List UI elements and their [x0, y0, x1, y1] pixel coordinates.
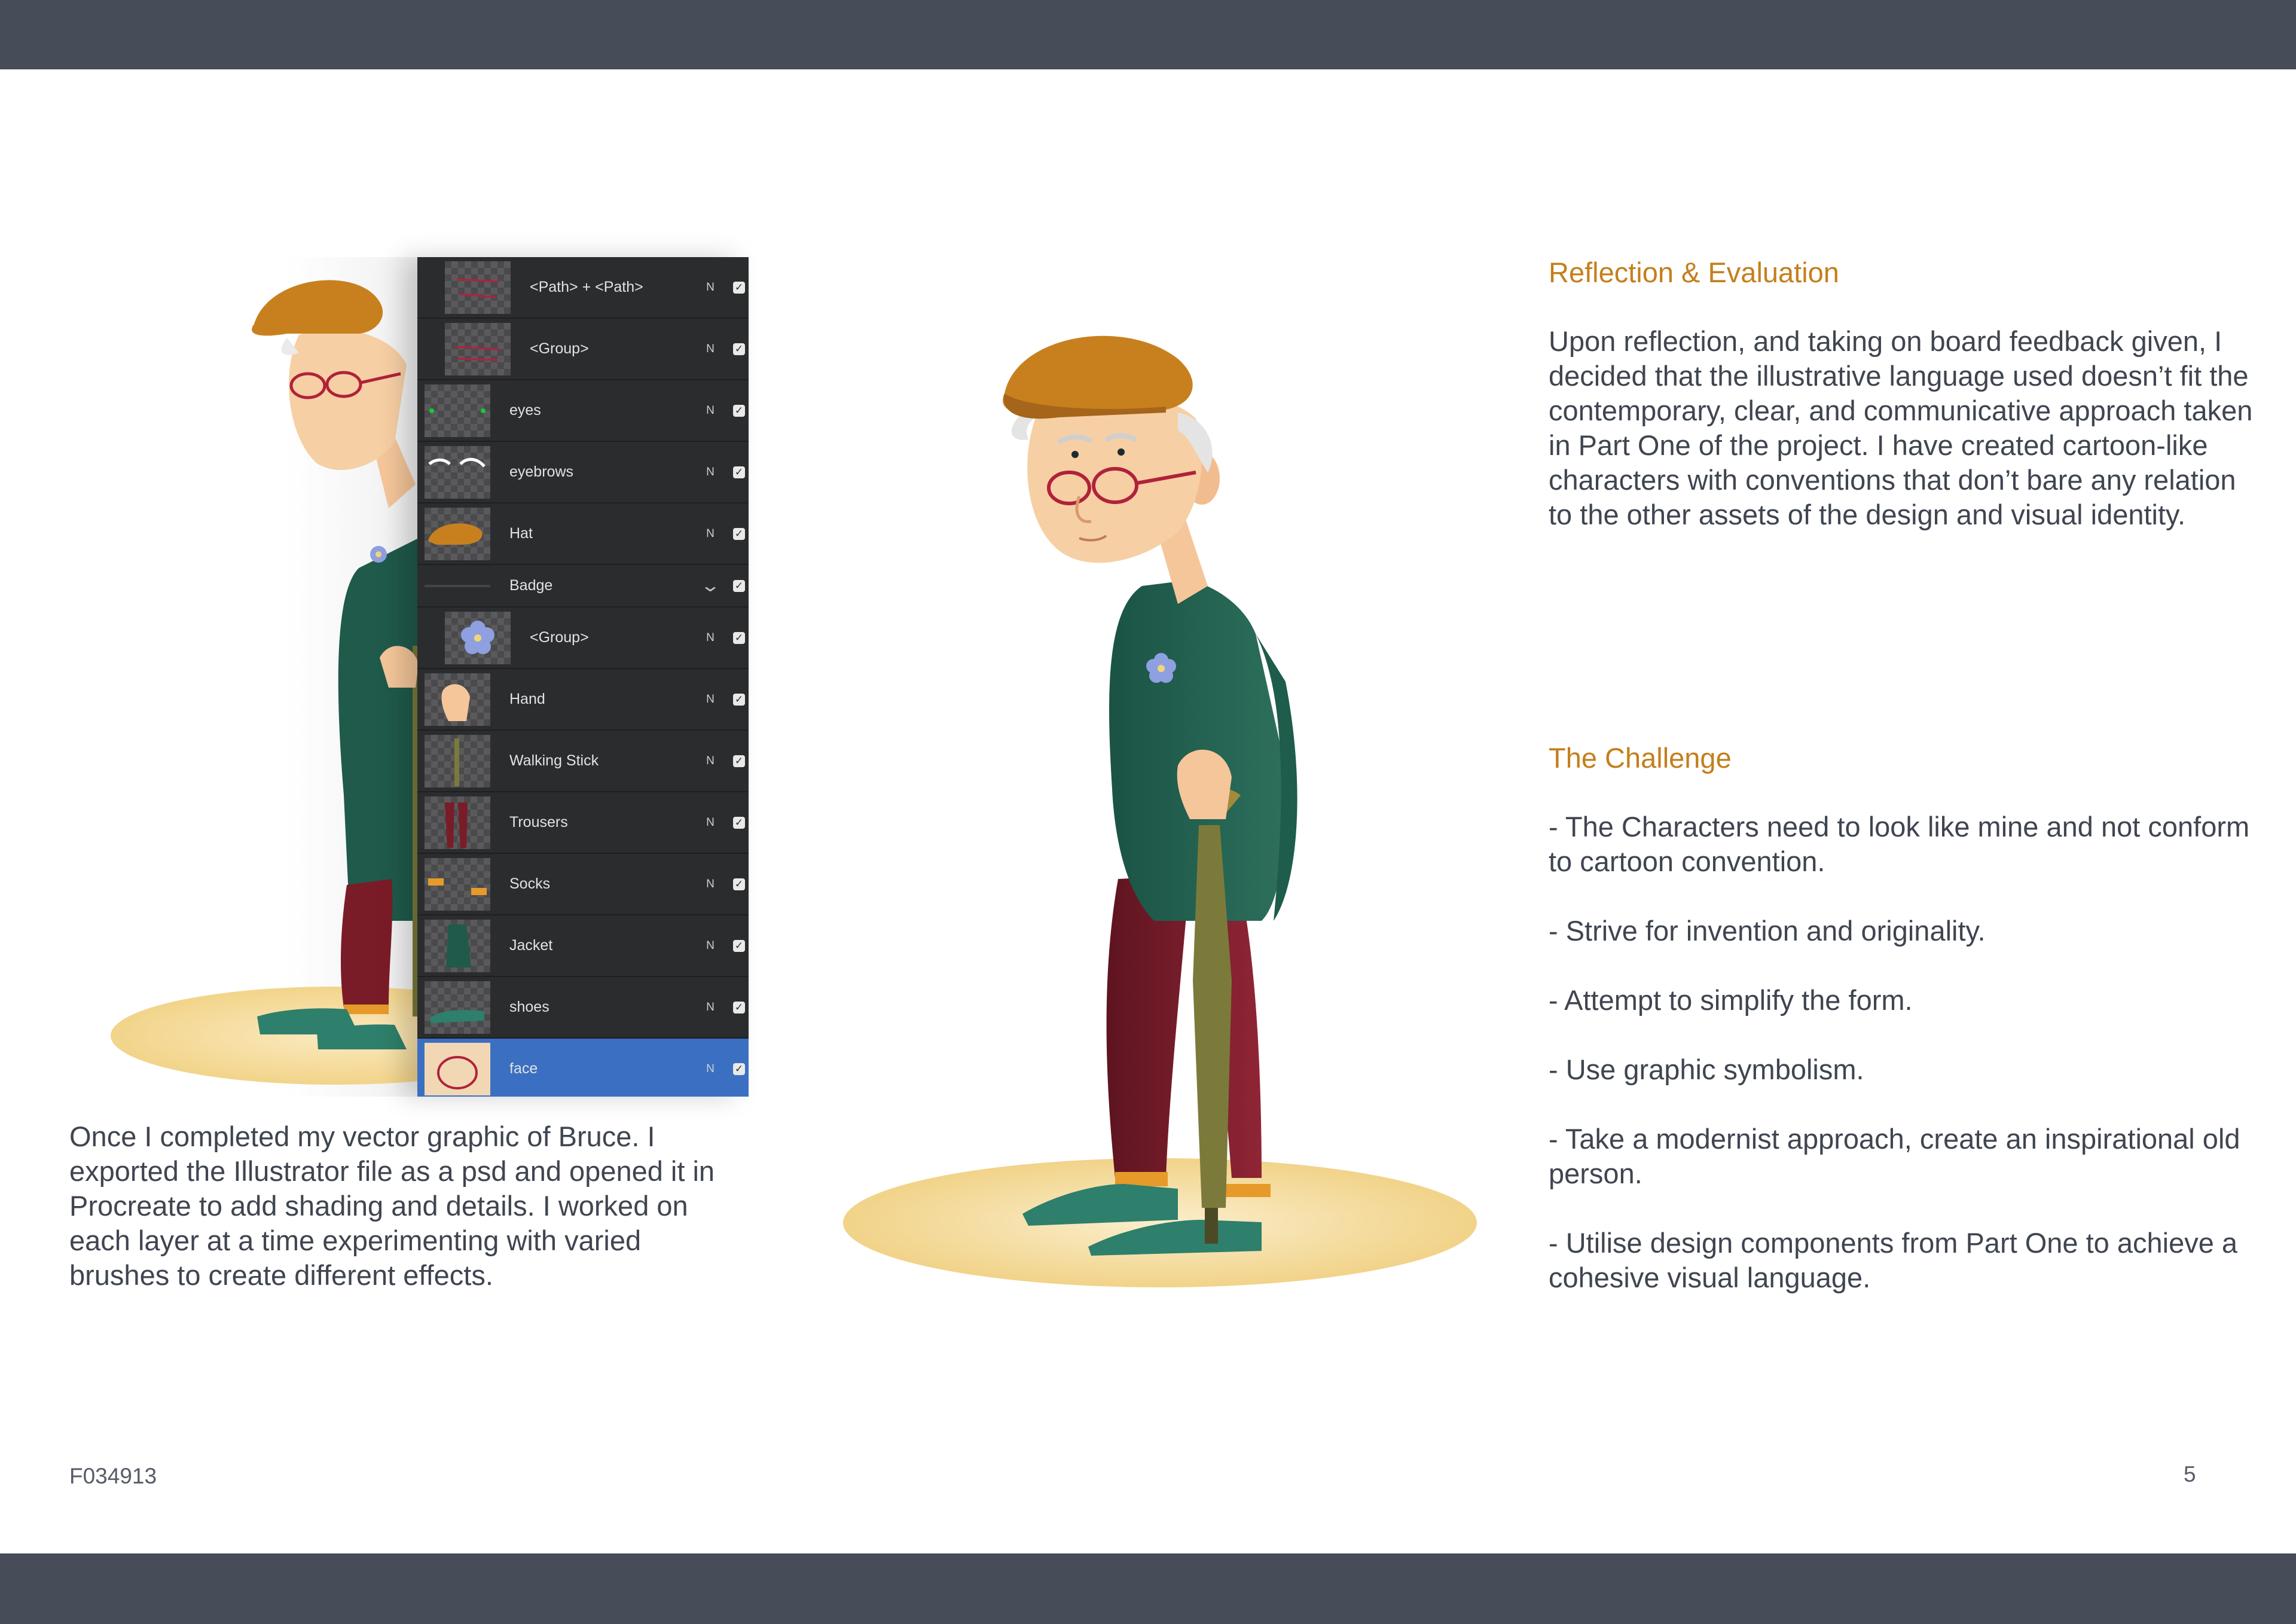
layer-name: Socks — [509, 875, 551, 892]
layer-thumbnail[interactable] — [425, 673, 490, 726]
visibility-checkbox[interactable]: ✓ — [733, 693, 745, 706]
layer-name: shoes — [509, 999, 549, 1015]
layer-thumbnail[interactable] — [445, 611, 511, 664]
layer-thumbnail[interactable] — [445, 261, 511, 314]
visibility-checkbox[interactable]: ✓ — [733, 281, 745, 294]
challenge-item: - The Characters need to look like mine … — [1549, 811, 2250, 877]
visibility-checkbox[interactable]: ✓ — [733, 631, 745, 644]
layer-name: eyes — [509, 402, 541, 419]
layer-row[interactable]: Walking Stick N ✓ — [417, 731, 749, 792]
layer-row[interactable]: <Group> N ✓ — [417, 608, 749, 669]
layer-name: eyebrows — [509, 463, 573, 480]
group-divider — [425, 584, 490, 587]
character-illustration-bruce — [843, 323, 1489, 1292]
layer-thumbnail[interactable] — [425, 981, 490, 1034]
challenge-item: - Use graphic symbolism. — [1549, 1054, 1864, 1085]
reflection-body: Upon reflection, and taking on board fee… — [1549, 325, 2253, 530]
procreate-screenshot: <Path> + <Path> N ✓ <Group> N ✓ eyes N ✓ eyebrows… — [108, 257, 749, 1097]
blend-mode-button[interactable]: N — [698, 1001, 722, 1014]
layer-name: Badge — [509, 577, 553, 594]
visibility-checkbox[interactable]: ✓ — [733, 466, 745, 478]
visibility-checkbox[interactable]: ✓ — [733, 878, 745, 890]
reflection-heading: Reflection & Evaluation — [1549, 257, 1839, 288]
blend-mode-button[interactable]: N — [698, 693, 722, 706]
layer-thumbnail[interactable] — [425, 445, 490, 499]
layer-thumbnail[interactable] — [425, 384, 490, 437]
chevron-down-icon[interactable]: ⌄ — [694, 575, 727, 596]
challenge-item: - Strive for invention and originality. — [1549, 915, 1986, 947]
visibility-checkbox[interactable]: ✓ — [733, 816, 745, 829]
layer-thumbnail[interactable] — [445, 322, 511, 376]
layer-thumbnail[interactable] — [425, 1042, 490, 1095]
layer-name: Hand — [509, 691, 545, 707]
page-number: 5 — [2184, 1462, 2196, 1486]
layer-row[interactable]: face N ✓ — [417, 1039, 749, 1097]
layer-row[interactable]: <Group> N ✓ — [417, 319, 749, 380]
blend-mode-button[interactable]: N — [698, 755, 722, 768]
layer-group-row[interactable]: Badge ⌄ ✓ — [417, 565, 749, 608]
challenge-list: - The Characters need to look like mine … — [1549, 810, 2254, 1330]
visibility-checkbox[interactable]: ✓ — [733, 1001, 745, 1014]
blend-mode-button[interactable]: N — [698, 404, 722, 417]
layer-name: Walking Stick — [509, 752, 599, 769]
visibility-checkbox[interactable]: ✓ — [733, 527, 745, 540]
layer-row[interactable]: Hat N ✓ — [417, 503, 749, 565]
challenge-item: - Attempt to simplify the form. — [1549, 984, 1913, 1016]
layer-name: <Path> + <Path> — [530, 279, 643, 295]
layer-row[interactable]: Socks N ✓ — [417, 854, 749, 915]
layer-name: Hat — [509, 525, 533, 542]
layer-name: Jacket — [509, 937, 553, 954]
layer-row[interactable]: eyes N ✓ — [417, 380, 749, 442]
visibility-checkbox[interactable]: ✓ — [733, 579, 745, 592]
blend-mode-button[interactable]: N — [698, 1063, 722, 1076]
blend-mode-button[interactable]: N — [698, 466, 722, 479]
layer-row[interactable]: Jacket N ✓ — [417, 915, 749, 977]
layer-row[interactable]: shoes N ✓ — [417, 977, 749, 1039]
visibility-checkbox[interactable]: ✓ — [733, 939, 745, 952]
bottom-band — [0, 1553, 2296, 1624]
challenge-item: - Take a modernist approach, create an i… — [1549, 1123, 2240, 1189]
layer-name: <Group> — [530, 340, 589, 357]
visibility-checkbox[interactable]: ✓ — [733, 755, 745, 767]
layer-row[interactable]: eyebrows N ✓ — [417, 442, 749, 503]
challenge-item: - Utilise design components from Part On… — [1549, 1227, 2238, 1293]
layer-name: face — [509, 1060, 538, 1077]
layer-thumbnail[interactable] — [425, 734, 490, 787]
layer-row[interactable]: Trousers N ✓ — [417, 792, 749, 854]
layer-thumbnail[interactable] — [425, 857, 490, 911]
layers-panel: <Path> + <Path> N ✓ <Group> N ✓ eyes N ✓ eyebrows… — [417, 257, 749, 1097]
blend-mode-button[interactable]: N — [698, 281, 722, 294]
blend-mode-button[interactable]: N — [698, 939, 722, 953]
visibility-checkbox[interactable]: ✓ — [733, 343, 745, 355]
visibility-checkbox[interactable]: ✓ — [733, 404, 745, 417]
blend-mode-button[interactable]: N — [698, 878, 722, 891]
layer-thumbnail[interactable] — [425, 796, 490, 849]
layer-row[interactable]: <Path> + <Path> N ✓ — [417, 257, 749, 319]
caption-text: Once I completed my vector graphic of Br… — [69, 1121, 715, 1291]
blend-mode-button[interactable]: N — [698, 816, 722, 829]
layer-name: Trousers — [509, 814, 568, 831]
layer-thumbnail[interactable] — [425, 507, 490, 560]
layer-name: <Group> — [530, 629, 589, 646]
visibility-checkbox[interactable]: ✓ — [733, 1063, 745, 1075]
blend-mode-button[interactable]: N — [698, 631, 722, 645]
layer-thumbnail[interactable] — [425, 919, 490, 972]
document-id: F034913 — [69, 1464, 157, 1488]
blend-mode-button[interactable]: N — [698, 343, 722, 356]
layer-row[interactable]: Hand N ✓ — [417, 669, 749, 731]
blend-mode-button[interactable]: N — [698, 527, 722, 541]
top-band — [0, 0, 2296, 69]
challenge-heading: The Challenge — [1549, 742, 1732, 774]
